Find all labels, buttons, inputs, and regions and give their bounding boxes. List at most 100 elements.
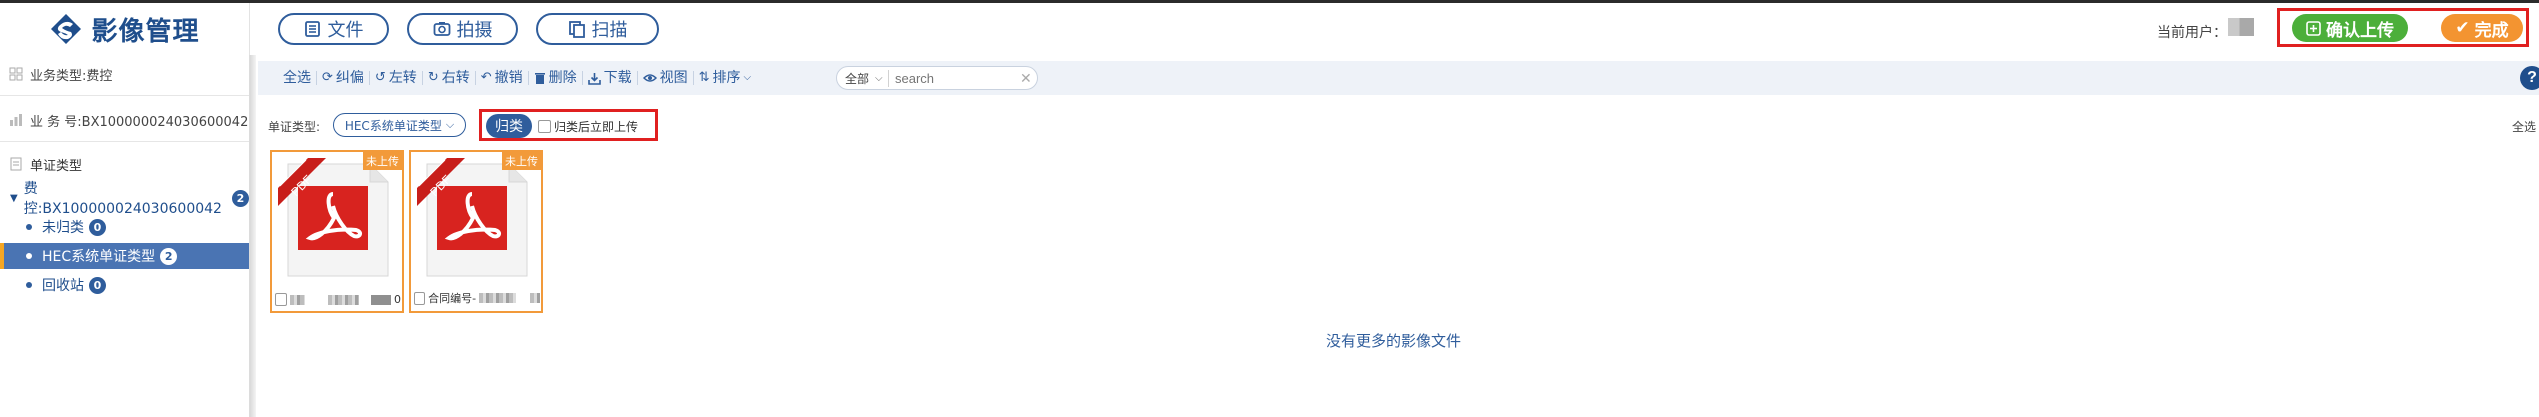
filter-scope-value: 全部: [845, 71, 870, 86]
tree-item-label: 回收站: [42, 278, 84, 294]
search-input[interactable]: [895, 70, 1020, 86]
rotate-left-icon: ↺: [374, 70, 386, 85]
download-button[interactable]: 下载: [583, 71, 638, 85]
rotate-right-button[interactable]: ↻ 右转: [423, 71, 476, 85]
select-all-label: 全选: [283, 70, 311, 86]
auto-upload-label: 归类后立即上传: [554, 120, 639, 134]
redacted-text: [530, 293, 540, 303]
sort-icon: ⇅: [698, 70, 710, 85]
sidebar-splitter[interactable]: [250, 55, 256, 417]
doc-type-select[interactable]: HEC系统单证类型 ⌵: [333, 113, 466, 137]
view-button[interactable]: 视图: [638, 71, 694, 85]
tree-item-label: HEC系统单证类型: [42, 249, 156, 265]
trash-icon: [534, 72, 545, 84]
business-no-text: 业 务 号:BX100000024030600042: [30, 114, 249, 130]
app-logo: 影像管理: [0, 3, 250, 55]
status-badge: 未上传: [502, 152, 541, 170]
rotate-icon: ⟳: [322, 70, 333, 85]
tab-photo-label: 拍摄: [456, 20, 493, 41]
auto-upload-option[interactable]: 归类后立即上传: [538, 118, 638, 135]
select-all-link[interactable]: 全选: [2512, 118, 2536, 135]
pdf-thumbnail-icon: PDF: [278, 158, 389, 277]
confirm-upload-label: 确认上传: [2326, 20, 2394, 41]
top-tabs: 文件 拍摄 扫描: [278, 13, 659, 45]
redacted-text: [479, 293, 516, 303]
rotate-right-icon: ↻: [427, 70, 439, 85]
sidebar: 业务类型:费控 业 务 号:BX100000024030600042 单证类型 …: [0, 55, 250, 417]
classify-label: 归类: [495, 119, 523, 135]
file-card[interactable]: PDF 未上传 0: [270, 150, 404, 313]
business-type-text: 业务类型:费控: [30, 68, 113, 84]
tree-root[interactable]: ▼ 费控:BX100000024030600042 2: [0, 181, 249, 217]
upload-icon: [2306, 20, 2321, 36]
help-icon[interactable]: ?: [2520, 66, 2539, 90]
avatar: [2228, 18, 2254, 36]
tab-scan[interactable]: 扫描: [536, 13, 659, 45]
rotate-left-button[interactable]: ↺ 左转: [370, 71, 423, 85]
tree-item-recycle-bin[interactable]: 回收站 0: [0, 272, 249, 298]
filter-scope-select[interactable]: 全部 ⌵: [837, 69, 889, 87]
deskew-button[interactable]: ⟳ 纠偏: [317, 71, 370, 85]
bullet-icon: [26, 224, 32, 230]
redacted-text: [327, 294, 360, 305]
doc-type-title-row: 单证类型: [0, 153, 249, 175]
undo-button[interactable]: ↶ 撤销: [476, 71, 529, 85]
done-label: 完成: [2474, 20, 2509, 41]
bullet-icon: [26, 253, 32, 259]
doc-type-value: HEC系统单证类型: [344, 118, 442, 133]
done-button[interactable]: ✔ 完成: [2441, 14, 2523, 42]
app-title: 影像管理: [91, 16, 200, 47]
count-badge: 0: [89, 276, 106, 294]
empty-message: 没有更多的影像文件: [1326, 332, 1462, 350]
redacted-text: [290, 294, 305, 305]
count-badge: 0: [89, 218, 106, 236]
delete-label: 删除: [548, 70, 577, 86]
undo-icon: ↶: [480, 70, 492, 85]
undo-label: 撤销: [494, 70, 523, 86]
redacted-text: [370, 294, 391, 305]
image-toolbar: 全选 ⟳ 纠偏 ↺ 左转 ↻ 右转 ↶ 撤销 删除 下载 视图 ⇅ 排序 ⌵ 全…: [258, 61, 2539, 95]
file-caption-prefix: 合同编号-: [428, 292, 477, 305]
business-type-row: 业务类型:费控: [0, 63, 249, 85]
delete-button[interactable]: 删除: [529, 71, 583, 85]
business-no-row: 业 务 号:BX100000024030600042: [0, 109, 249, 131]
file-caption-tail: 0: [393, 293, 401, 306]
document-icon: [8, 156, 24, 172]
download-label: 下载: [603, 70, 632, 86]
file-checkbox[interactable]: [275, 293, 288, 306]
divider: [0, 141, 249, 142]
caret-down-icon: ▼: [10, 192, 18, 204]
camera-icon: [433, 22, 450, 36]
scan-icon: [568, 21, 585, 38]
tab-file[interactable]: 文件: [278, 13, 389, 45]
select-all-button[interactable]: 全选: [278, 71, 317, 85]
count-badge: 2: [232, 189, 249, 207]
sort-label: 排序: [712, 70, 741, 86]
sort-button[interactable]: ⇅ 排序 ⌵: [694, 70, 757, 86]
classify-button[interactable]: 归类: [486, 114, 532, 138]
confirm-upload-button[interactable]: 确认上传: [2292, 14, 2408, 42]
tree-item-unclassified[interactable]: 未归类 0: [0, 214, 249, 240]
divider: [0, 95, 249, 96]
current-user-label: 当前用户：: [2157, 25, 2227, 41]
bar-chart-icon: [8, 112, 24, 128]
file-card[interactable]: PDF 未上传 合同编号-: [409, 150, 543, 313]
clear-icon[interactable]: ✕: [1020, 70, 1032, 87]
file-caption: 0: [275, 293, 401, 306]
auto-upload-checkbox[interactable]: [538, 120, 551, 133]
file-checkbox[interactable]: [414, 291, 426, 305]
chevron-down-icon: ⌵: [445, 118, 455, 131]
active-indicator: [0, 243, 4, 269]
file-caption: 合同编号-: [414, 290, 540, 306]
tree-item-hec-doc-type[interactable]: HEC系统单证类型 2: [0, 243, 249, 269]
filter-search: 全部 ⌵ ✕: [836, 66, 1038, 90]
tree-root-label: 费控:BX100000024030600042: [23, 181, 222, 217]
logo-icon: [51, 14, 82, 44]
rotate-left-label: 左转: [388, 70, 417, 86]
grid-icon: [8, 66, 24, 82]
view-label: 视图: [659, 70, 688, 86]
tab-photo[interactable]: 拍摄: [407, 13, 518, 45]
doc-type-label: 单证类型:: [268, 120, 321, 134]
download-icon: [587, 72, 601, 85]
bullet-icon: [26, 282, 32, 288]
